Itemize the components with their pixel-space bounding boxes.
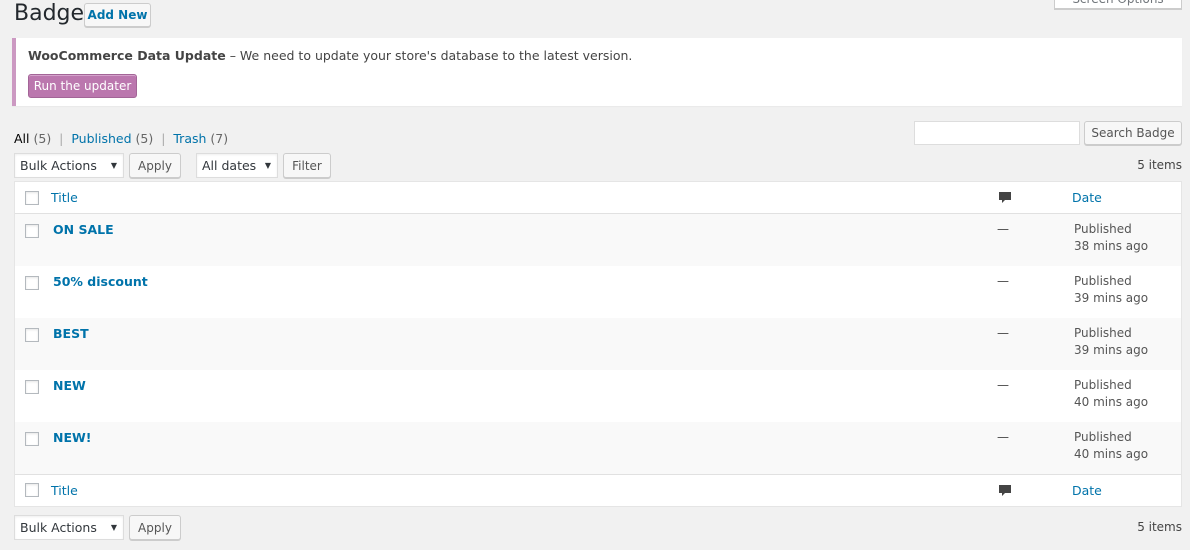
view-published[interactable]: Published	[71, 131, 131, 146]
row-title-link[interactable]: ON SALE	[53, 222, 114, 237]
row-title-link[interactable]: BEST	[53, 326, 89, 341]
table-row: ON SALE — Published 38 mins ago	[15, 214, 1181, 266]
column-date[interactable]: Date	[1072, 483, 1102, 498]
notice-message: WooCommerce Data Update – We need to upd…	[28, 48, 633, 63]
bulk-actions-select[interactable]: Bulk Actions ▼	[14, 153, 124, 178]
column-title[interactable]: Title	[51, 190, 78, 205]
dropdown-arrow-icon: ▼	[110, 523, 117, 532]
date-filter-select[interactable]: All dates ▼	[196, 153, 278, 178]
comment-bubble-icon	[999, 485, 1011, 496]
row-status: Published	[1074, 274, 1132, 288]
row-checkbox[interactable]	[25, 224, 39, 238]
row-date: 39 mins ago	[1074, 343, 1149, 357]
row-checkbox[interactable]	[25, 276, 39, 290]
row-comments: —	[997, 430, 1009, 444]
table-row: 50% discount — Published 39 mins ago	[15, 266, 1181, 318]
apply-button-bottom[interactable]: Apply	[129, 515, 181, 540]
dropdown-arrow-icon: ▼	[264, 161, 271, 170]
posts-table: Title Date ON SALE — Published 38 mins a…	[14, 181, 1182, 507]
view-all[interactable]: All (5)	[14, 131, 51, 146]
dropdown-arrow-icon: ▼	[110, 161, 117, 170]
row-title-link[interactable]: NEW	[53, 378, 86, 393]
row-comments: —	[997, 222, 1009, 236]
view-filters: All (5) | Published (5) | Trash (7)	[14, 131, 229, 146]
row-checkbox[interactable]	[25, 380, 39, 394]
row-comments: —	[997, 378, 1009, 392]
items-count-bottom: 5 items	[1137, 520, 1182, 534]
page-title: Badge	[14, 1, 85, 26]
row-status: Published	[1074, 430, 1132, 444]
search-input[interactable]	[914, 121, 1080, 145]
column-date[interactable]: Date	[1072, 190, 1102, 205]
view-trash[interactable]: Trash	[173, 131, 206, 146]
row-date: 39 mins ago	[1074, 291, 1149, 305]
row-status: Published	[1074, 222, 1132, 236]
table-row: BEST — Published 39 mins ago	[15, 318, 1181, 370]
search-button[interactable]: Search Badge	[1084, 121, 1182, 145]
row-checkbox[interactable]	[25, 328, 39, 342]
row-date: 40 mins ago	[1074, 447, 1149, 461]
screen-options-button[interactable]: Screen Options	[1054, 0, 1182, 9]
woocommerce-update-notice: WooCommerce Data Update – We need to upd…	[12, 38, 1182, 106]
select-all-checkbox[interactable]	[25, 483, 39, 497]
row-date: 38 mins ago	[1074, 239, 1149, 253]
table-header: Title Date	[15, 182, 1181, 214]
row-title-link[interactable]: 50% discount	[53, 274, 148, 289]
table-row: NEW! — Published 40 mins ago	[15, 422, 1181, 474]
row-comments: —	[997, 326, 1009, 340]
run-updater-button[interactable]: Run the updater	[28, 74, 137, 98]
items-count: 5 items	[1137, 158, 1182, 172]
row-title-link[interactable]: NEW!	[53, 430, 92, 445]
row-status: Published	[1074, 378, 1132, 392]
row-status: Published	[1074, 326, 1132, 340]
table-row: NEW — Published 40 mins ago	[15, 370, 1181, 422]
row-checkbox[interactable]	[25, 432, 39, 446]
column-title[interactable]: Title	[51, 483, 78, 498]
apply-button[interactable]: Apply	[129, 153, 181, 178]
add-new-button[interactable]: Add New	[84, 3, 151, 27]
bulk-actions-select-bottom[interactable]: Bulk Actions ▼	[14, 515, 124, 540]
select-all-checkbox[interactable]	[25, 191, 39, 205]
filter-button[interactable]: Filter	[283, 153, 331, 178]
table-footer: Title Date	[15, 474, 1181, 506]
comment-bubble-icon	[999, 192, 1011, 203]
row-date: 40 mins ago	[1074, 395, 1149, 409]
row-comments: —	[997, 274, 1009, 288]
